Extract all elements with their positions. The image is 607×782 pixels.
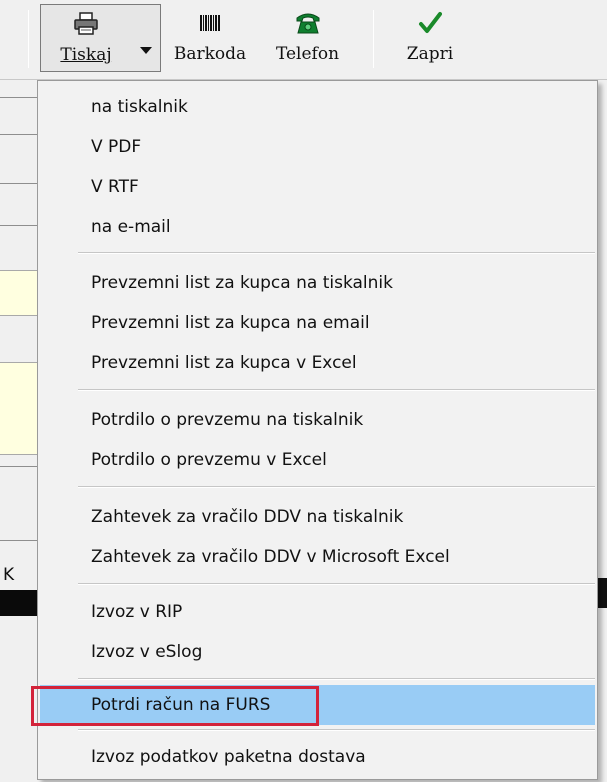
menu-item-receipt-excel[interactable]: Potrdilo o prevzemu v Excel xyxy=(40,440,595,480)
background-label: K xyxy=(3,565,15,585)
menu-item-label: Potrdilo o prevzemu na tiskalnik xyxy=(91,410,364,430)
menu-item-email[interactable]: na e-mail xyxy=(40,207,595,247)
background-dark-bar xyxy=(0,590,40,616)
menu-item-confirm-invoice-furs[interactable]: Potrdi račun na FURS xyxy=(31,685,595,726)
menu-item-rtf[interactable]: V RTF xyxy=(40,167,595,207)
background-line xyxy=(0,97,40,98)
menu-separator xyxy=(78,729,595,731)
phone-button-label: Telefon xyxy=(275,44,340,64)
menu-separator xyxy=(78,389,595,391)
menu-separator xyxy=(78,486,595,488)
background-line xyxy=(0,466,40,467)
menu-separator xyxy=(78,252,595,254)
barcode-icon xyxy=(165,10,255,36)
close-button[interactable]: Zapri xyxy=(385,4,475,72)
menu-item-label: na tiskalnik xyxy=(91,97,188,117)
barcode-button[interactable]: Barkoda xyxy=(165,4,255,72)
menu-item-label: Prevzemni list za kupca v Excel xyxy=(91,353,357,373)
print-button-label: Tiskaj xyxy=(60,45,112,65)
background-dark-bar xyxy=(597,578,607,608)
background-line xyxy=(0,183,40,184)
menu-item-label: Zahtevek za vračilo DDV v Microsoft Exce… xyxy=(91,547,450,567)
phone-icon xyxy=(255,10,360,36)
background-line xyxy=(0,225,40,226)
menu-item-label: Izvoz podatkov paketna dostava xyxy=(91,747,366,767)
checkmark-icon xyxy=(385,10,475,36)
menu-item-label: Prevzemni list za kupca na email xyxy=(91,313,370,333)
printer-icon xyxy=(41,11,131,37)
toolbar: Tiskaj Barkoda Telefon Zapri xyxy=(0,0,607,80)
chevron-down-icon xyxy=(140,47,152,54)
barcode-button-label: Barkoda xyxy=(173,44,247,64)
menu-separator xyxy=(78,678,595,680)
menu-item-export-eslog[interactable]: Izvoz v eSlog xyxy=(40,632,595,672)
background-line xyxy=(0,134,40,135)
background-input-field xyxy=(0,362,40,455)
menu-item-export-rip[interactable]: Izvoz v RIP xyxy=(40,592,595,632)
menu-item-vat-refund-excel[interactable]: Zahtevek za vračilo DDV v Microsoft Exce… xyxy=(40,537,595,577)
print-button[interactable]: Tiskaj xyxy=(40,4,132,72)
menu-item-label: Prevzemni list za kupca na tiskalnik xyxy=(91,273,393,293)
menu-item-vat-refund-printer[interactable]: Zahtevek za vračilo DDV na tiskalnik xyxy=(40,497,595,537)
annotation-highlight-box xyxy=(31,686,319,726)
background-input-field xyxy=(0,270,40,316)
menu-item-label: na e-mail xyxy=(91,217,171,237)
menu-item-label: Potrdilo o prevzemu v Excel xyxy=(91,450,327,470)
background-line xyxy=(0,540,40,541)
close-button-label: Zapri xyxy=(406,44,454,64)
menu-item-export-parcel-delivery[interactable]: Izvoz podatkov paketna dostava xyxy=(40,737,595,777)
menu-separator xyxy=(78,583,595,585)
menu-item-print-printer[interactable]: na tiskalnik xyxy=(40,87,595,127)
menu-item-delivery-note-printer[interactable]: Prevzemni list za kupca na tiskalnik xyxy=(40,263,595,303)
menu-item-receipt-printer[interactable]: Potrdilo o prevzemu na tiskalnik xyxy=(40,400,595,440)
menu-item-delivery-note-excel[interactable]: Prevzemni list za kupca v Excel xyxy=(40,343,595,383)
menu-item-label: V RTF xyxy=(91,177,139,197)
menu-item-label: Zahtevek za vračilo DDV na tiskalnik xyxy=(91,507,404,527)
menu-item-label: V PDF xyxy=(91,137,142,157)
print-dropdown-menu: na tiskalnik V PDF V RTF na e-mail Prevz… xyxy=(31,80,598,780)
menu-item-delivery-note-email[interactable]: Prevzemni list za kupca na email xyxy=(40,303,595,343)
menu-item-pdf[interactable]: V PDF xyxy=(40,127,595,167)
phone-button[interactable]: Telefon xyxy=(255,4,360,72)
menu-item-label: Izvoz v eSlog xyxy=(91,642,203,662)
toolbar-separator xyxy=(373,10,374,68)
toolbar-separator xyxy=(28,10,29,68)
menu-item-label: Izvoz v RIP xyxy=(91,602,183,622)
print-dropdown-button[interactable] xyxy=(131,4,161,72)
